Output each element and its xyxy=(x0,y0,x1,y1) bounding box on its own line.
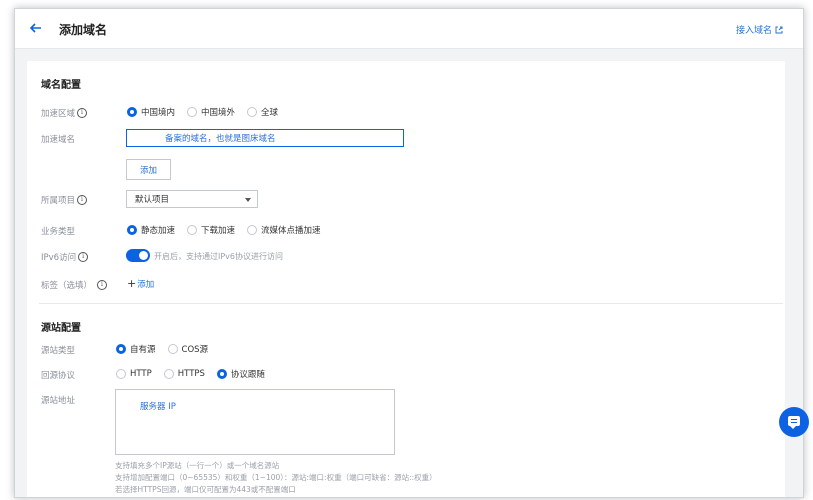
protocol-radio-group: HTTP HTTPS 协议跟随 xyxy=(116,368,277,380)
origin-hint-line: 支持填充多个IP源站（一行一个）或一个域名源站 xyxy=(115,461,280,470)
region-option-global[interactable]: 全球 xyxy=(247,106,278,118)
radio-icon xyxy=(247,107,258,117)
protocol-label: 回源协议 xyxy=(41,371,76,381)
business-option-static[interactable]: 静态加速 xyxy=(127,224,175,236)
business-type-radio-group: 静态加速 下载加速 流媒体点播加速 xyxy=(127,224,333,236)
domain-label: 加速域名 xyxy=(41,135,76,145)
connect-domain-label: 接入域名 xyxy=(735,26,772,36)
domain-input[interactable]: 备案的域名，也就是图床域名 xyxy=(126,129,404,147)
chat-icon xyxy=(788,416,800,429)
radio-selected-icon xyxy=(127,225,137,235)
region-radio-group: 中国境内 中国境外 全球 xyxy=(127,106,290,118)
origin-option-own[interactable]: 自有源 xyxy=(116,343,156,355)
radio-icon xyxy=(187,225,198,235)
section-divider xyxy=(39,303,783,304)
region-option-overseas[interactable]: 中国境外 xyxy=(187,106,235,118)
project-select[interactable]: 默认项目 xyxy=(126,190,258,208)
business-type-label: 业务类型 xyxy=(41,227,76,237)
info-icon[interactable]: i xyxy=(97,280,108,290)
domain-config-title: 域名配置 xyxy=(41,80,81,91)
add-domain-button[interactable]: 添加 xyxy=(126,159,171,180)
origin-address-textarea[interactable]: 服务器 IP xyxy=(115,389,395,455)
radio-icon xyxy=(247,225,258,235)
origin-address-label: 源站地址 xyxy=(41,396,76,406)
protocol-option-follow[interactable]: 协议跟随 xyxy=(216,368,265,380)
toggle-knob xyxy=(139,251,148,260)
radio-icon xyxy=(163,369,174,379)
external-link-icon xyxy=(775,26,783,33)
chat-support-button[interactable] xyxy=(779,407,809,437)
origin-type-radio-group: 自有源 COS源 xyxy=(116,343,220,355)
info-icon[interactable]: i xyxy=(77,108,88,118)
top-bar: 添加域名 接入域名 xyxy=(15,9,803,49)
origin-hint-line: 支持增加配置端口（0~65535）和权重（1~100）：源站:端口:权重（端口可… xyxy=(115,473,437,482)
protocol-option-http[interactable]: HTTP xyxy=(116,369,152,379)
info-icon[interactable]: i xyxy=(78,252,89,262)
tags-label: 标签（选填） i xyxy=(41,279,108,291)
console-window: 添加域名 接入域名 域名配置 加速区域 i 中国境内 中国境外 全球 加速域名 … xyxy=(14,8,804,498)
region-option-domestic[interactable]: 中国境内 xyxy=(127,106,175,118)
radio-selected-icon xyxy=(127,107,137,117)
protocol-option-https[interactable]: HTTPS xyxy=(163,369,205,379)
business-option-streaming[interactable]: 流媒体点播加速 xyxy=(247,224,321,236)
region-label: 加速区域 i xyxy=(41,107,88,119)
info-icon[interactable]: i xyxy=(77,195,88,205)
ipv6-description: 开启后，支持通过IPv6协议进行访问 xyxy=(154,252,284,261)
radio-selected-icon xyxy=(116,344,126,354)
domain-input-placeholder: 备案的域名，也就是图床域名 xyxy=(165,134,276,144)
origin-hint-line: 若选择HTTPS回源，端口仅可配置为443或不配置端口 xyxy=(115,485,296,494)
origin-option-cos[interactable]: COS源 xyxy=(167,343,208,355)
connect-domain-link[interactable]: 接入域名 xyxy=(736,23,783,36)
ipv6-toggle[interactable] xyxy=(126,249,150,262)
project-label: 所属项目 i xyxy=(41,194,88,206)
plus-icon: + xyxy=(127,277,137,290)
radio-icon xyxy=(167,344,178,354)
page-title: 添加域名 xyxy=(59,23,108,37)
radio-icon xyxy=(187,107,198,117)
radio-selected-icon xyxy=(216,369,227,379)
caret-down-icon xyxy=(245,198,251,202)
project-select-value: 默认项目 xyxy=(135,195,170,205)
add-tag-button[interactable]: + 添加 xyxy=(127,277,154,290)
form-card: 域名配置 加速区域 i 中国境内 中国境外 全球 加速域名 备案的域名，也就是图… xyxy=(27,61,785,497)
business-option-download[interactable]: 下载加速 xyxy=(187,224,235,236)
back-arrow-icon[interactable] xyxy=(29,21,43,35)
origin-config-title: 源站配置 xyxy=(41,323,81,334)
origin-address-placeholder: 服务器 IP xyxy=(140,402,176,412)
ipv6-label: IPv6访问 i xyxy=(41,251,89,263)
radio-icon xyxy=(116,369,126,379)
origin-type-label: 源站类型 xyxy=(41,346,76,356)
